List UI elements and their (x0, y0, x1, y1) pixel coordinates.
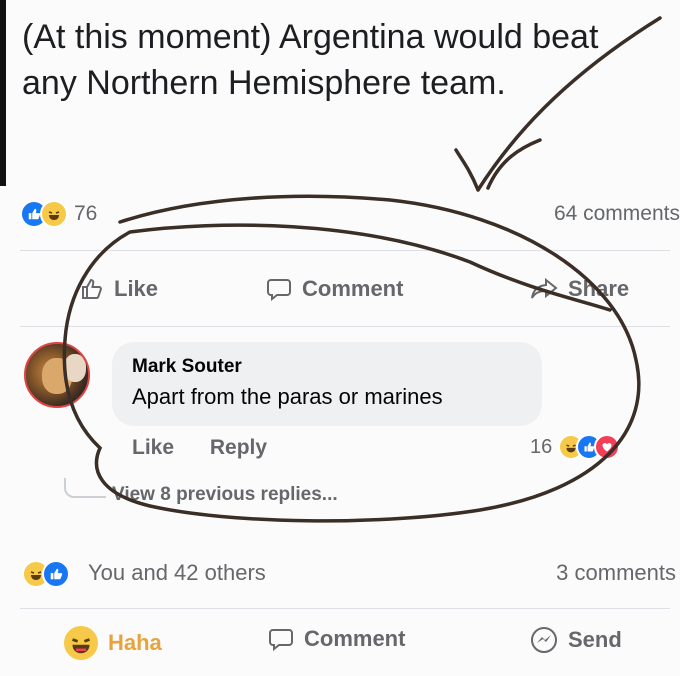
divider (20, 608, 670, 609)
comment-actions: Like Reply (132, 436, 297, 460)
comment-reactions[interactable]: 16 (530, 434, 621, 460)
comment-icon (269, 629, 293, 651)
send-button[interactable]: Send (530, 626, 622, 654)
comment-label: Comment (302, 276, 404, 301)
like-label: Like (114, 276, 159, 301)
comment-like-button[interactable]: Like (132, 436, 174, 459)
second-post-actions: Haha Comment Send (0, 626, 680, 666)
comment-text: Apart from the paras or marines (132, 384, 443, 409)
share-icon (531, 277, 558, 299)
post-left-border (0, 0, 6, 186)
divider (20, 250, 670, 251)
haha-button[interactable]: Haha (64, 626, 162, 660)
second-post-reactions[interactable] (22, 560, 70, 588)
messenger-icon (531, 627, 557, 653)
comment-button[interactable]: Comment (266, 276, 403, 302)
share-button[interactable]: Share (530, 276, 629, 302)
avatar[interactable] (24, 342, 90, 408)
comment-bubble: Mark Souter Apart from the paras or mari… (112, 342, 542, 426)
reaction-count: 76 (74, 202, 98, 225)
comment-author[interactable]: Mark Souter (132, 356, 242, 378)
like-icon (42, 560, 70, 588)
second-post-stats: You and 42 others 3 comments (22, 560, 676, 590)
like-button[interactable]: Like (80, 276, 158, 302)
post-reactions[interactable]: 76 (20, 200, 97, 228)
reply-thread-line (64, 478, 106, 498)
thumbs-up-icon (82, 278, 102, 299)
send-label: Send (568, 627, 622, 652)
comments-count[interactable]: 64 comments (554, 202, 680, 226)
reaction-summary[interactable]: You and 42 others (88, 560, 266, 586)
share-label: Share (568, 276, 630, 301)
haha-icon (40, 200, 68, 228)
divider (20, 326, 670, 327)
avatar-face (64, 354, 86, 382)
haha-label: Haha (108, 630, 162, 655)
haha-icon (64, 626, 98, 660)
comment-reaction-count: 16 (530, 435, 553, 458)
comment-label: Comment (304, 626, 406, 651)
comment-icon (267, 279, 291, 301)
post-text: (At this moment) Argentina would beat an… (22, 18, 599, 102)
comment-button[interactable]: Comment (268, 626, 405, 652)
post-stats: 76 64 comments (20, 200, 680, 230)
comment-reply-button[interactable]: Reply (210, 436, 267, 459)
post-actions: Like Comment Share (0, 276, 680, 316)
view-previous-replies-link[interactable]: View 8 previous replies... (112, 484, 338, 506)
love-icon (594, 434, 621, 460)
comments-count[interactable]: 3 comments (556, 560, 676, 586)
